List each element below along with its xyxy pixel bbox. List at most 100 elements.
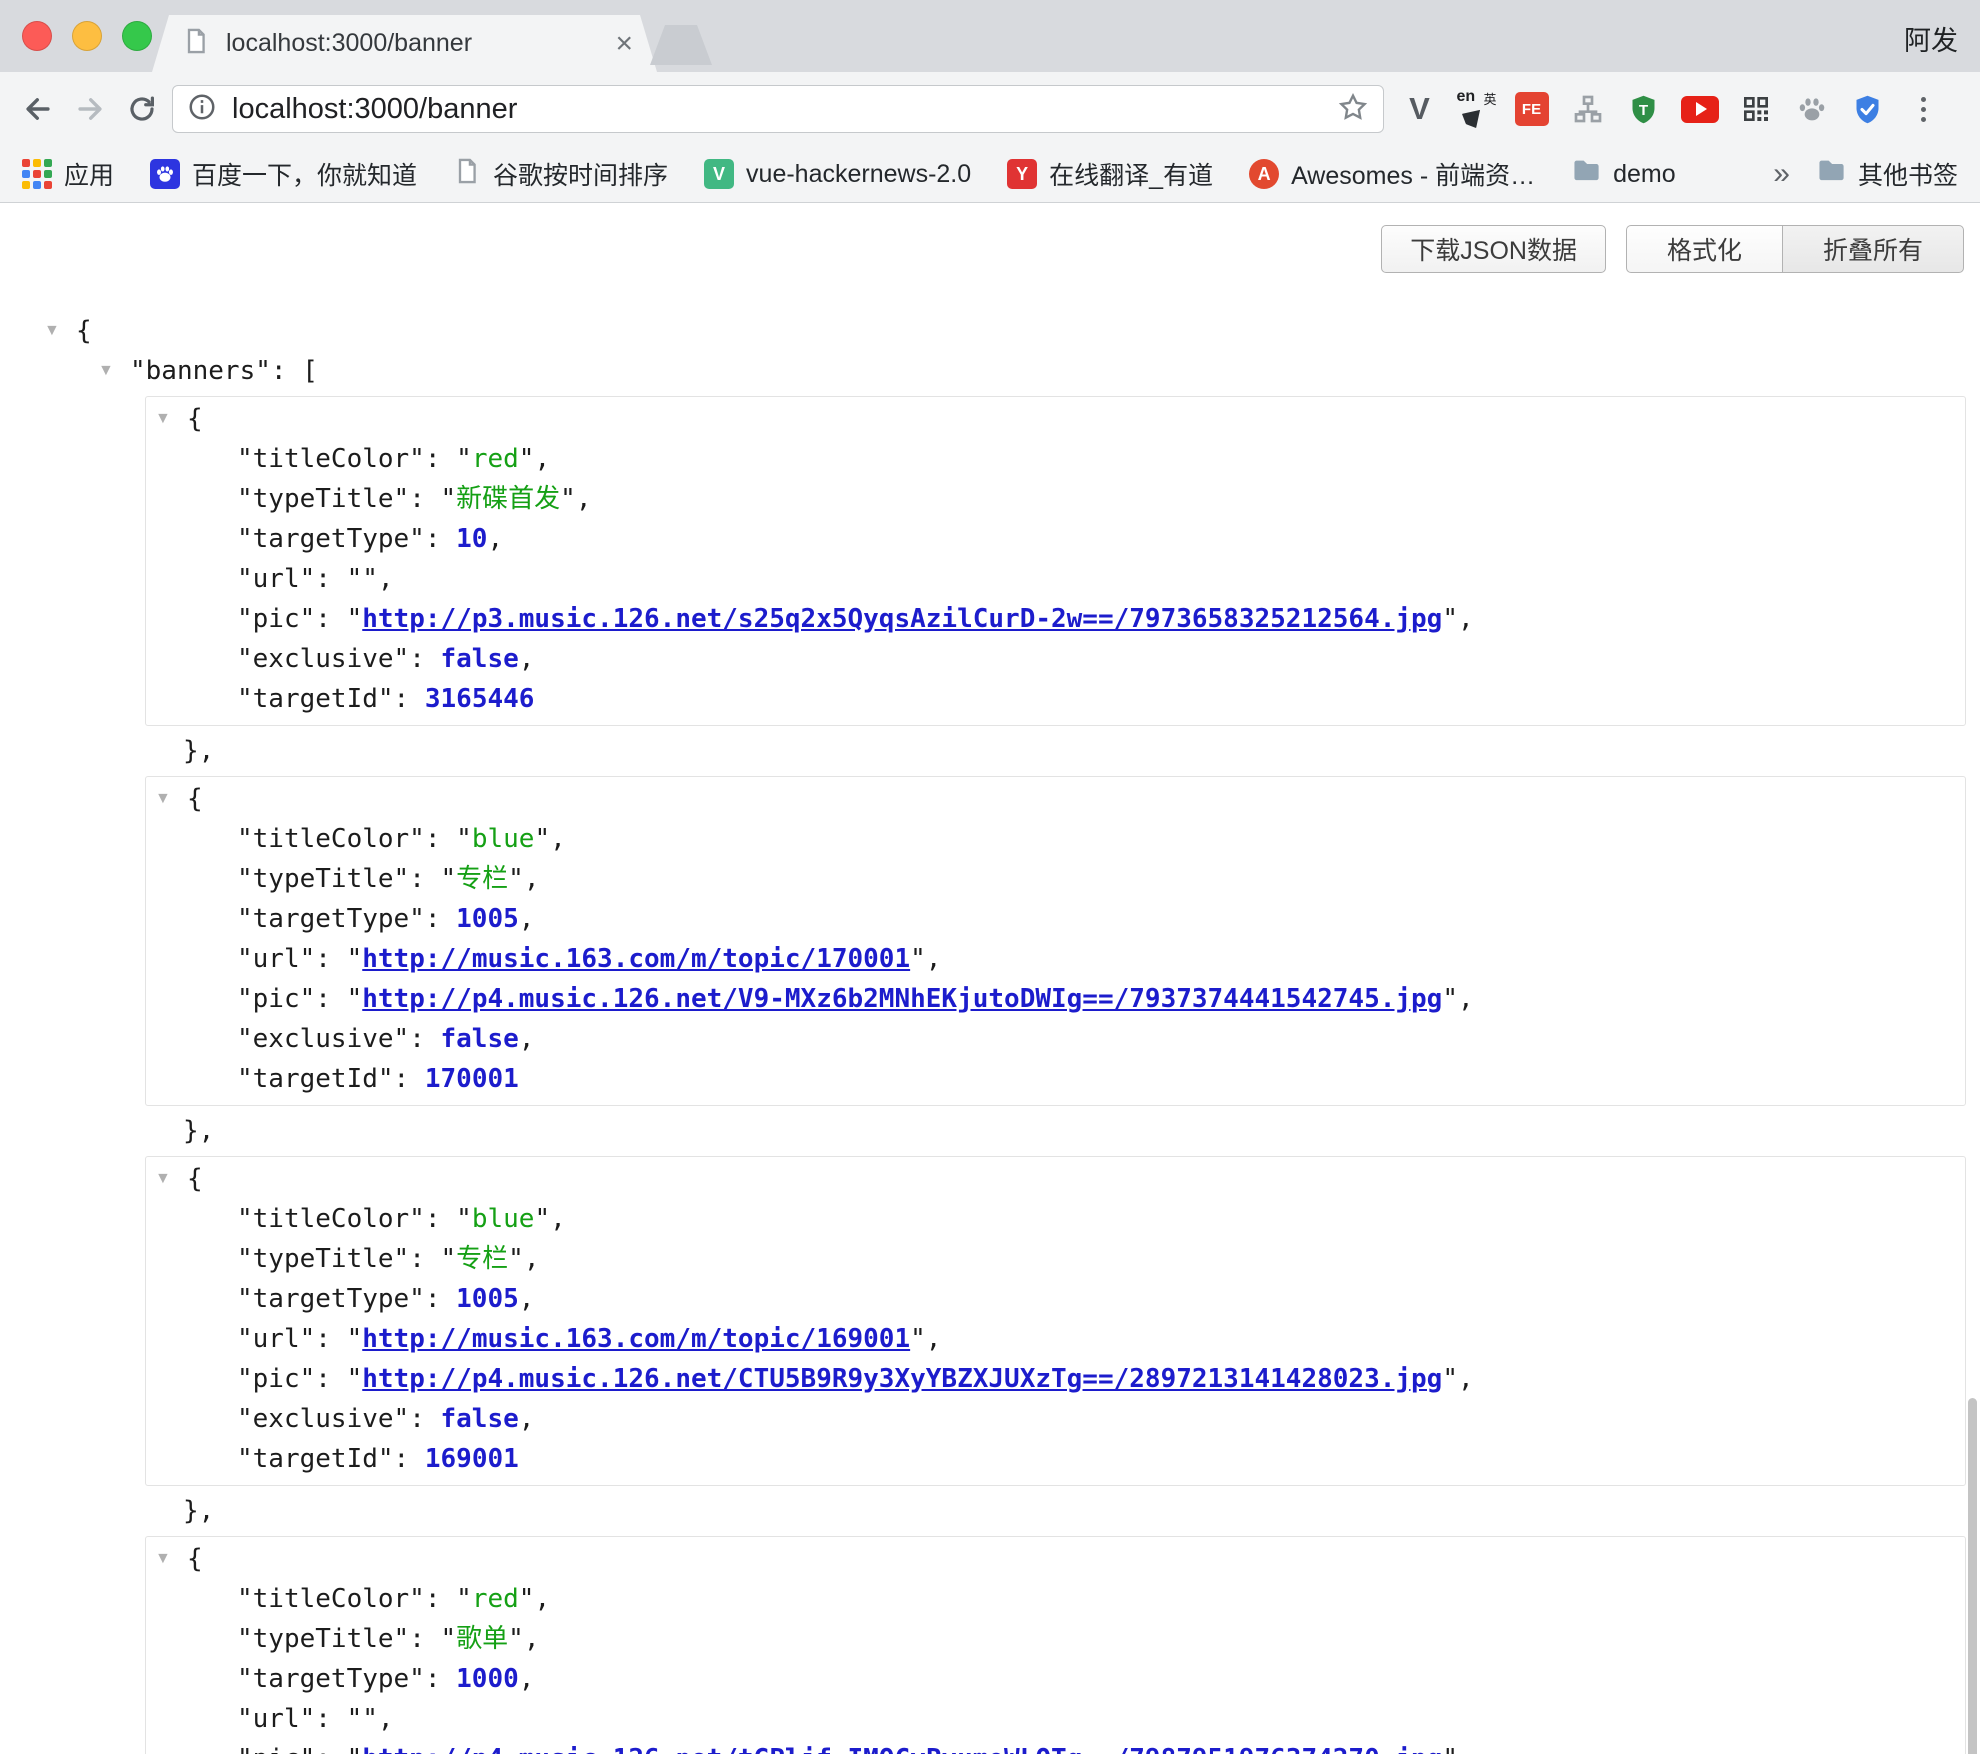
fe-letters: FE — [1515, 92, 1549, 126]
json-field-line: "pic": "http://p3.music.126.net/s25q2x5Q… — [146, 599, 1965, 639]
json-field-line: "typeTitle": "新碟首发", — [146, 479, 1965, 519]
translate-extension-icon[interactable]: en 英 — [1452, 86, 1499, 133]
json-root-open: ▼{ — [0, 311, 1980, 351]
json-punct: , — [519, 1024, 535, 1054]
vimium-extension-icon[interactable]: V — [1396, 86, 1443, 133]
t-shield-extension-icon[interactable]: T — [1620, 86, 1667, 133]
json-punct: : — [409, 1024, 440, 1054]
window-minimize-button[interactable] — [72, 21, 102, 51]
json-punct: : — [315, 944, 346, 974]
vue-icon: V — [704, 159, 734, 189]
json-punct: , — [1458, 604, 1474, 634]
json-object-box: ▼{"titleColor": "red","typeTitle": "新碟首发… — [145, 396, 1966, 726]
json-number: 1000 — [456, 1664, 519, 1694]
bookmark-star-icon[interactable] — [1337, 91, 1369, 128]
json-punct: }, — [183, 736, 214, 766]
reload-button[interactable] — [116, 83, 168, 135]
json-key: "pic" — [237, 984, 315, 1014]
json-punct: : — [394, 1444, 425, 1474]
json-url-link[interactable]: http://p3.music.126.net/s25q2x5QyqsAzilC… — [362, 604, 1442, 634]
youtube-extension-icon[interactable] — [1676, 86, 1723, 133]
json-punct: : — [409, 644, 440, 674]
collapse-toggle-icon[interactable]: ▼ — [155, 1539, 187, 1579]
json-punct: , — [519, 644, 535, 674]
json-string: blue — [472, 1204, 535, 1234]
window-close-button[interactable] — [22, 21, 52, 51]
json-url-link[interactable]: http://music.163.com/m/topic/169001 — [362, 1324, 910, 1354]
json-punct: " — [347, 564, 363, 594]
url-text[interactable]: localhost:3000/banner — [232, 93, 1337, 126]
scrollbar-thumb[interactable] — [1968, 1398, 1977, 1754]
format-button[interactable]: 格式化 — [1626, 225, 1782, 273]
sitemap-extension-icon[interactable] — [1564, 86, 1611, 133]
bookmarks-overflow-chevron[interactable]: » — [1773, 157, 1790, 191]
bookmark-vue-hackernews[interactable]: V vue-hackernews-2.0 — [704, 159, 971, 189]
collapse-toggle-icon[interactable]: ▼ — [155, 399, 187, 439]
shield-check-extension-icon[interactable] — [1844, 86, 1891, 133]
json-punct: " — [910, 944, 926, 974]
page-info-icon[interactable] — [187, 92, 217, 127]
window-zoom-button[interactable] — [122, 21, 152, 51]
browser-window: localhost:3000/banner × 阿发 localhost:300… — [0, 0, 1980, 1754]
json-punct: " — [347, 1744, 363, 1754]
json-punct: { — [187, 784, 203, 814]
json-object-open: ▼{ — [146, 1159, 1965, 1199]
json-boolean: false — [441, 1024, 519, 1054]
json-punct: : — [315, 984, 346, 1014]
json-punct: , — [519, 1664, 535, 1694]
address-bar[interactable]: localhost:3000/banner — [172, 85, 1384, 133]
json-field-line: "pic": "http://p4.music.126.net/V9-MXz6b… — [146, 979, 1965, 1019]
other-bookmarks-folder[interactable]: 其他书签 — [1816, 156, 1958, 193]
json-punct: : — [425, 824, 456, 854]
collapse-toggle-icon[interactable]: ▼ — [98, 351, 130, 391]
json-punct: { — [187, 1544, 203, 1574]
json-url-link[interactable]: http://music.163.com/m/topic/170001 — [362, 944, 910, 974]
json-punct: " — [347, 984, 363, 1014]
json-punct: , — [378, 564, 394, 594]
browser-menu-button[interactable] — [1900, 86, 1947, 133]
fe-extension-icon[interactable]: FE — [1508, 86, 1555, 133]
json-punct: , — [550, 824, 566, 854]
browser-tab[interactable]: localhost:3000/banner × — [152, 15, 657, 72]
collapse-toggle-icon[interactable]: ▼ — [44, 311, 76, 351]
json-punct: " — [910, 1324, 926, 1354]
json-punct: " — [441, 864, 457, 894]
json-number: 3165446 — [425, 684, 535, 714]
json-number: 10 — [456, 524, 487, 554]
collapse-toggle-icon[interactable]: ▼ — [155, 779, 187, 819]
json-key: "targetId" — [237, 1064, 394, 1094]
download-json-button[interactable]: 下载JSON数据 — [1381, 225, 1606, 273]
json-key: "targetId" — [237, 684, 394, 714]
back-button[interactable] — [12, 83, 64, 135]
json-field-line: "pic": "http://p4.music.126.net/CTU5B9R9… — [146, 1359, 1965, 1399]
bookmark-baidu[interactable]: 百度一下，你就知道 — [150, 156, 417, 192]
bookmark-label: vue-hackernews-2.0 — [746, 160, 971, 189]
bookmark-apps[interactable]: 应用 — [22, 156, 114, 192]
bookmark-awesomes[interactable]: A Awesomes - 前端资… — [1249, 156, 1535, 192]
profile-name[interactable]: 阿发 — [1904, 19, 1958, 58]
json-field-line: "titleColor": "red", — [146, 439, 1965, 479]
forward-button[interactable] — [64, 83, 116, 135]
json-url-link[interactable]: http://p4.music.126.net/tGPljf-IMOCyPvum… — [362, 1744, 1442, 1754]
paw-extension-icon[interactable] — [1788, 86, 1835, 133]
bookmark-google-sort[interactable]: 谷歌按时间排序 — [453, 156, 668, 192]
collapse-toggle-icon[interactable]: ▼ — [155, 1159, 187, 1199]
bookmark-youdao[interactable]: Y 在线翻译_有道 — [1007, 156, 1213, 192]
json-url-link[interactable]: http://p4.music.126.net/CTU5B9R9y3XyYBZX… — [362, 1364, 1442, 1394]
translate-cn-label: 英 — [1483, 89, 1496, 108]
json-url-link[interactable]: http://p4.music.126.net/V9-MXz6b2MNhEKju… — [362, 984, 1442, 1014]
json-punct: " — [508, 1244, 524, 1274]
collapse-all-button[interactable]: 折叠所有 — [1782, 225, 1964, 273]
window-titlebar: localhost:3000/banner × 阿发 — [0, 0, 1980, 72]
qr-code-extension-icon[interactable] — [1732, 86, 1779, 133]
tab-close-icon[interactable]: × — [615, 29, 633, 59]
bookmark-demo-folder[interactable]: demo — [1571, 156, 1676, 193]
json-punct: " — [560, 484, 576, 514]
new-tab-button[interactable] — [650, 25, 712, 65]
json-key: "titleColor" — [237, 824, 425, 854]
json-field-line: "titleColor": "blue", — [146, 1199, 1965, 1239]
json-punct: " — [362, 564, 378, 594]
json-punct: : — [425, 1584, 456, 1614]
back-arrow-icon — [21, 92, 55, 126]
json-punct: : [ — [271, 356, 318, 386]
